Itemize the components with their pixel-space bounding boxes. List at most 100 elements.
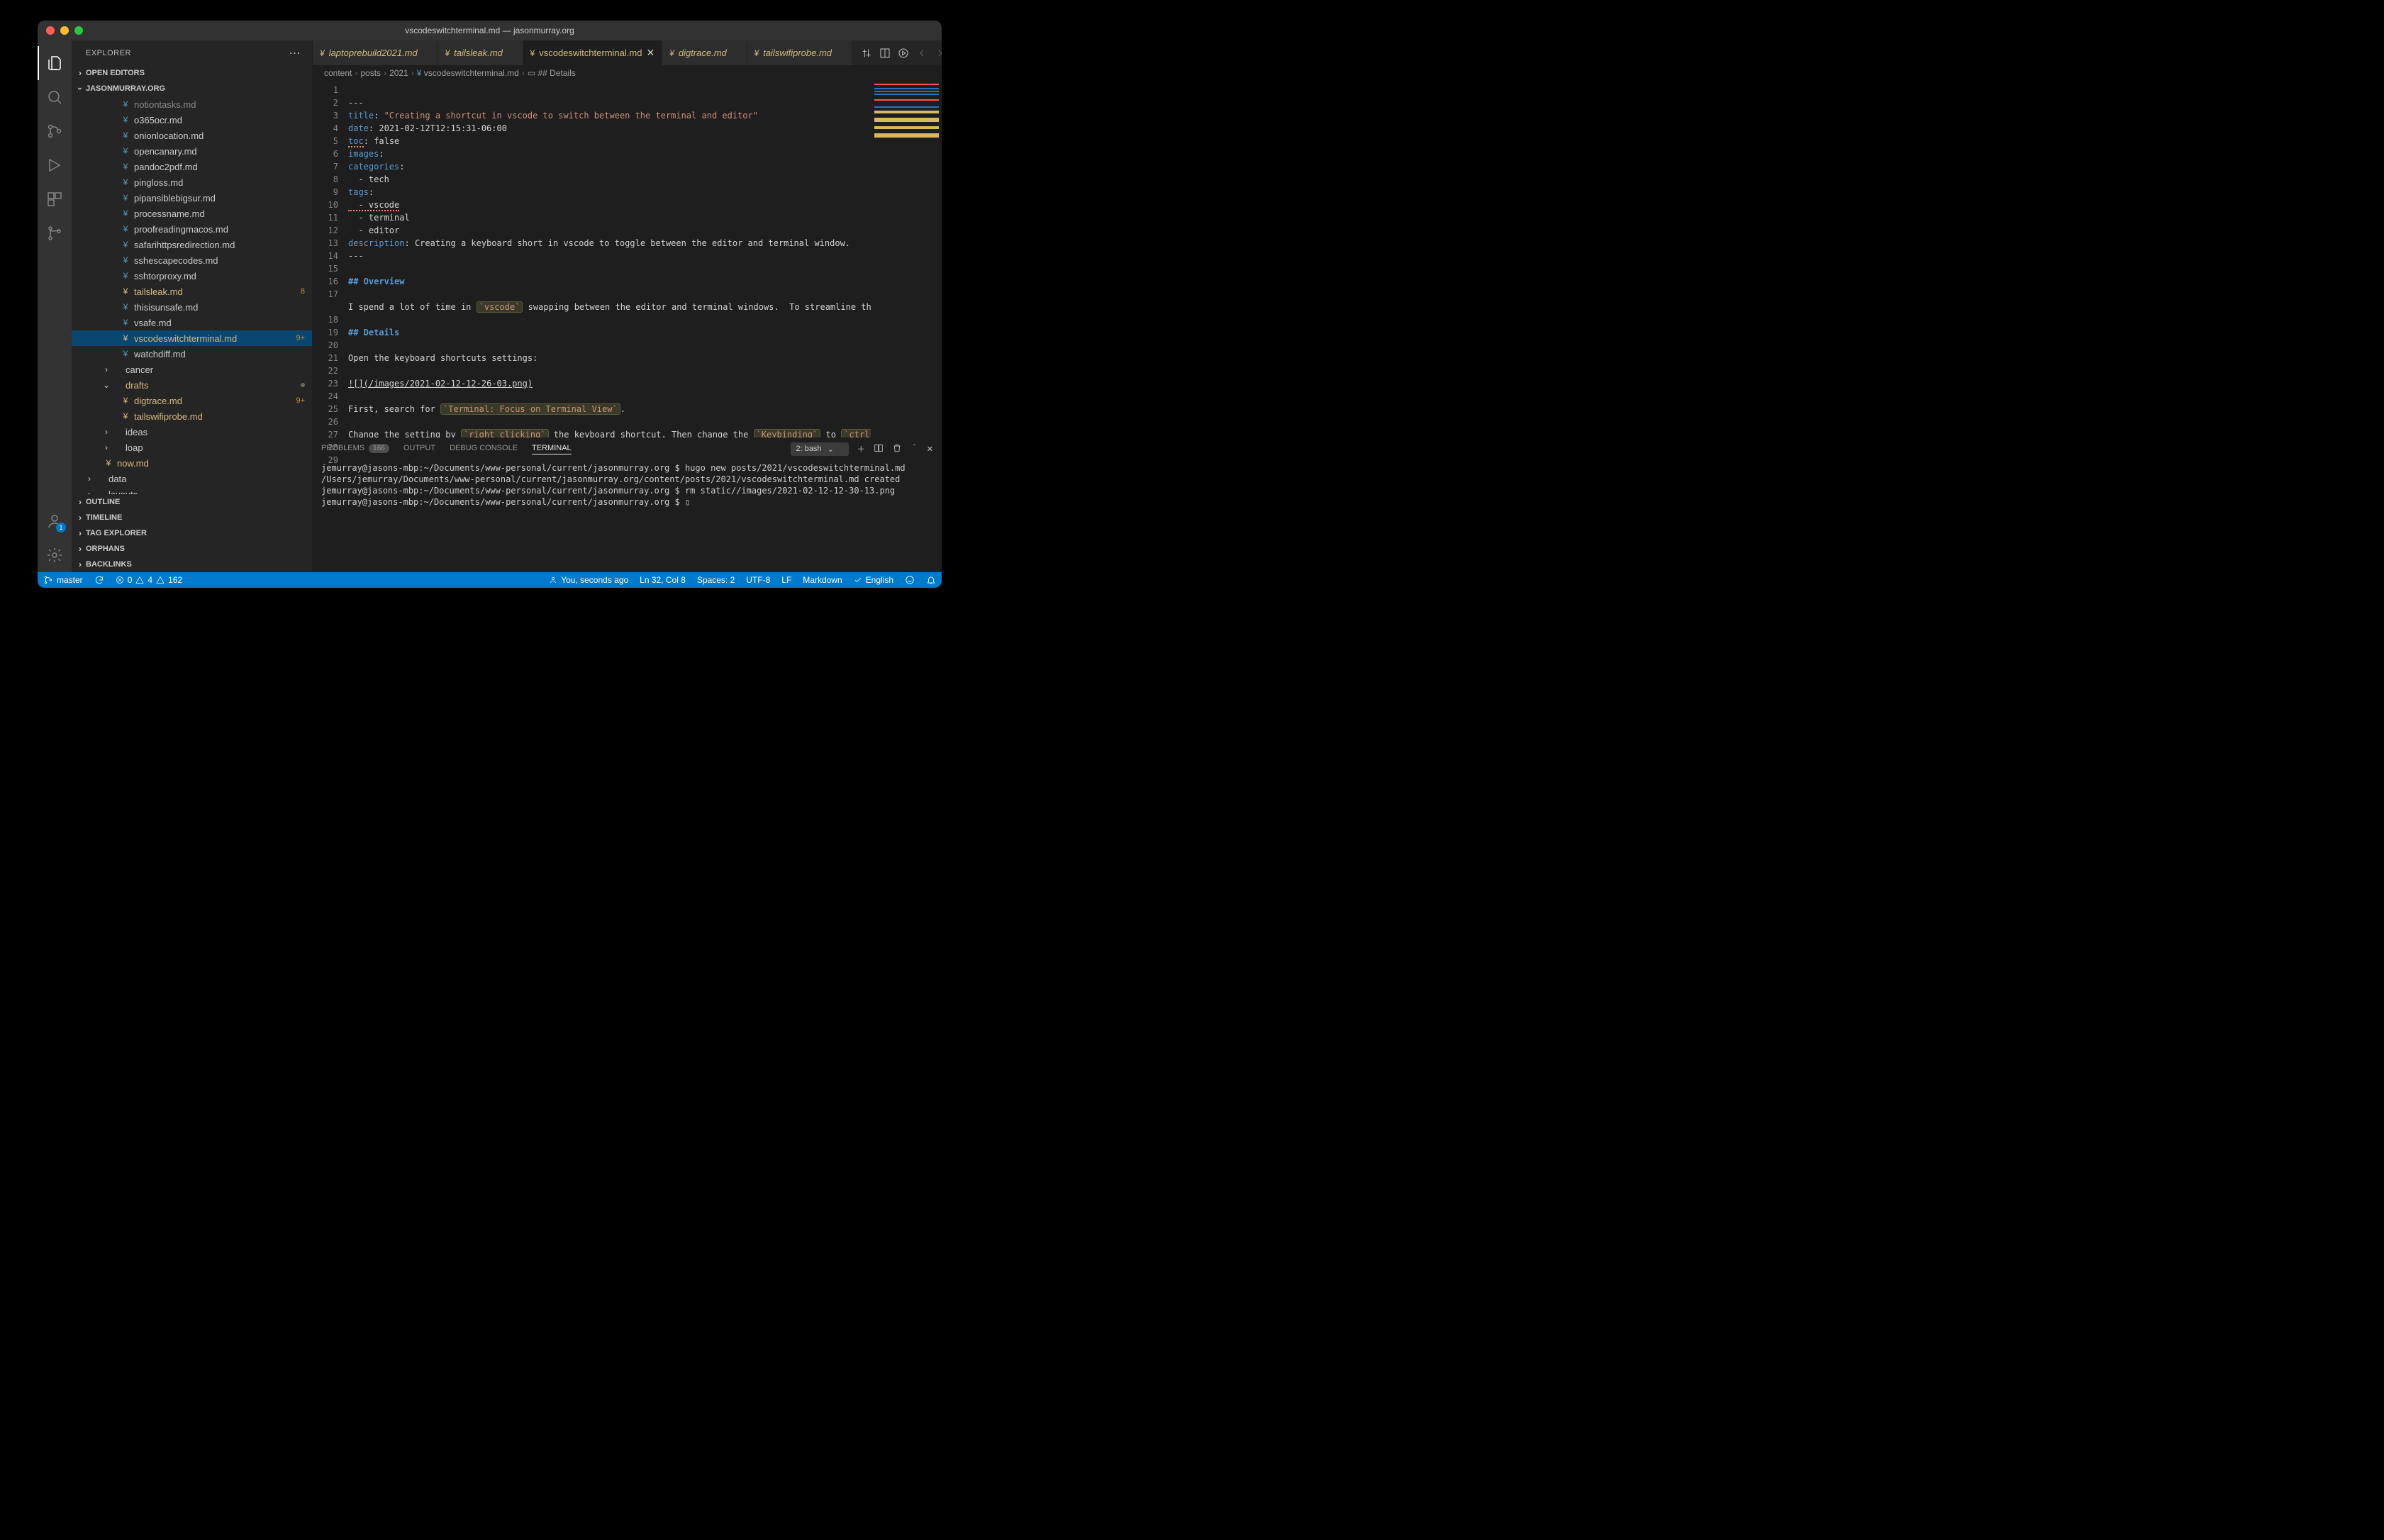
breadcrumb-item[interactable]: ¥ vscodeswitchterminal.md <box>417 68 519 78</box>
close-window-button[interactable] <box>46 26 55 35</box>
cursor-position-status[interactable]: Ln 32, Col 8 <box>634 572 691 588</box>
editor-tab[interactable]: ¥digtrace.md✕ <box>662 40 747 65</box>
open-editors-section[interactable]: › OPEN EDITORS <box>72 65 312 81</box>
git-branch-status[interactable]: master <box>38 572 89 588</box>
tree-file[interactable]: ¥pingloss.md <box>72 174 312 190</box>
tree-file[interactable]: ¥processname.md <box>72 206 312 221</box>
git-graph-activity-icon[interactable] <box>38 216 72 250</box>
close-panel-icon[interactable]: ✕ <box>927 445 933 454</box>
accounts-activity-icon[interactable]: 1 <box>38 504 72 538</box>
breadcrumb-item[interactable]: 2021 <box>389 68 408 78</box>
tree-file[interactable]: ¥digtrace.md9+ <box>72 393 312 408</box>
output-tab[interactable]: OUTPUT <box>403 444 435 454</box>
terminal-selector[interactable]: 2: bash ⌄ <box>791 442 848 456</box>
md-file-icon: ¥ <box>120 162 131 172</box>
encoding-status[interactable]: UTF-8 <box>740 572 776 588</box>
tree-file[interactable]: ¥thisisunsafe.md <box>72 299 312 315</box>
panel-tabs: PROBLEMS 166 OUTPUT DEBUG CONSOLE TERMIN… <box>313 438 942 459</box>
editor-tab[interactable]: ¥tailsleak.md✕ <box>438 40 523 65</box>
breadcrumb-item[interactable]: posts <box>360 68 381 78</box>
notifications-status[interactable] <box>920 572 942 588</box>
zoom-window-button[interactable] <box>74 26 83 35</box>
tree-file[interactable]: ¥watchdiff.md <box>72 346 312 362</box>
chevron-icon: › <box>84 474 94 484</box>
tree-file[interactable]: ¥pipansiblebigsur.md <box>72 190 312 206</box>
tree-folder[interactable]: ›data <box>72 471 312 486</box>
window-body: 1 EXPLORER ⋯ › OPEN EDITORS › JASONMURRA… <box>38 40 942 572</box>
tree-file[interactable]: ¥onionlocation.md <box>72 128 312 143</box>
run-icon[interactable] <box>898 48 909 59</box>
timeline-section[interactable]: ›TIMELINE <box>72 510 312 525</box>
tree-file[interactable]: ¥now.md <box>72 455 312 471</box>
git-blame-status[interactable]: You, seconds ago <box>543 572 634 588</box>
kill-terminal-icon[interactable] <box>892 443 902 455</box>
maximize-panel-icon[interactable]: ＾ <box>910 443 918 454</box>
explorer-more-icon[interactable]: ⋯ <box>289 46 301 60</box>
terminal-body[interactable]: jemurray@jasons-mbp:~/Documents/www-pers… <box>313 459 942 572</box>
language-mode-status[interactable]: Markdown <box>797 572 847 588</box>
tree-folder[interactable]: ›cancer <box>72 362 312 377</box>
tree-file[interactable]: ¥proofreadingmacos.md <box>72 221 312 237</box>
yaml-string: "Creating a shortcut in vscode to switch… <box>384 111 758 121</box>
eol-status[interactable]: LF <box>776 572 797 588</box>
tree-file[interactable]: ¥notiontasks.md <box>72 96 312 112</box>
compare-changes-icon[interactable] <box>861 48 872 59</box>
breadcrumbs[interactable]: content›posts›2021›¥ vscodeswitchtermina… <box>313 65 942 81</box>
minimize-window-button[interactable] <box>60 26 69 35</box>
breadcrumb-item[interactable]: ▭ ## Details <box>528 68 576 78</box>
extensions-activity-icon[interactable] <box>38 182 72 216</box>
editor-tab[interactable]: ¥laptoprebuild2021.md✕ <box>313 40 438 65</box>
feedback-status[interactable] <box>899 572 920 588</box>
indentation-status[interactable]: Spaces: 2 <box>691 572 740 588</box>
git-status-badge: 8 <box>301 287 305 296</box>
problems-status[interactable]: 0 4 162 <box>110 572 188 588</box>
tree-folder[interactable]: ›layouts <box>72 486 312 494</box>
titlebar[interactable]: vscodeswitchterminal.md — jasonmurray.or… <box>38 21 942 40</box>
file-tree[interactable]: ¥notiontasks.md¥o365ocr.md¥onionlocation… <box>72 96 312 494</box>
line-number: 3 <box>313 109 338 122</box>
source-control-activity-icon[interactable] <box>38 114 72 148</box>
nav-fwd-icon[interactable] <box>935 48 942 59</box>
md-file-icon: ¥ <box>120 302 131 312</box>
tree-file[interactable]: ¥safarihttpsredirection.md <box>72 237 312 252</box>
tree-folder[interactable]: ›ideas <box>72 424 312 440</box>
settings-activity-icon[interactable] <box>38 538 72 572</box>
search-activity-icon[interactable] <box>38 80 72 114</box>
open-preview-icon[interactable] <box>879 48 891 59</box>
tree-file[interactable]: ¥sshescapecodes.md <box>72 252 312 268</box>
tree-file[interactable]: ¥opencanary.md <box>72 143 312 159</box>
close-tab-icon[interactable]: ✕ <box>646 47 655 59</box>
tree-folder[interactable]: ›loap <box>72 440 312 455</box>
tree-file[interactable]: ¥sshtorproxy.md <box>72 268 312 284</box>
workspace-section[interactable]: › JASONMURRAY.ORG <box>72 81 312 96</box>
split-terminal-icon[interactable] <box>874 443 884 455</box>
tree-file[interactable]: ¥vsafe.md <box>72 315 312 330</box>
explorer-activity-icon[interactable] <box>38 46 72 80</box>
editor-tab[interactable]: ¥tailswifiprobe.md✕ <box>747 40 852 65</box>
nav-back-icon[interactable] <box>916 48 928 59</box>
tree-file[interactable]: ¥tailswifiprobe.md <box>72 408 312 424</box>
backlinks-section[interactable]: ›BACKLINKS <box>72 557 312 572</box>
tag-explorer-section[interactable]: ›TAG EXPLORER <box>72 525 312 541</box>
editor[interactable]: 1234567891011121314151617181920212223242… <box>313 81 942 437</box>
breadcrumb-item[interactable]: content <box>324 68 352 78</box>
tree-item-label: opencanary.md <box>134 146 305 157</box>
run-debug-activity-icon[interactable] <box>38 148 72 182</box>
tree-file[interactable]: ¥vscodeswitchterminal.md9+ <box>72 330 312 346</box>
code-content[interactable]: --- title: "Creating a shortcut in vscod… <box>348 81 871 437</box>
editor-tab[interactable]: ¥vscodeswitchterminal.md✕ <box>523 40 663 65</box>
line-number: 26 <box>313 415 338 428</box>
minimap[interactable] <box>871 81 942 437</box>
tree-file[interactable]: ¥pandoc2pdf.md <box>72 159 312 174</box>
spellcheck-status[interactable]: English <box>848 572 899 588</box>
orphans-section[interactable]: ›ORPHANS <box>72 541 312 557</box>
sync-status[interactable] <box>89 572 110 588</box>
tree-file[interactable]: ¥tailsleak.md8 <box>72 284 312 299</box>
tree-file[interactable]: ¥o365ocr.md <box>72 112 312 128</box>
new-terminal-icon[interactable]: ＋ <box>857 443 865 454</box>
debug-console-tab[interactable]: DEBUG CONSOLE <box>450 444 518 454</box>
terminal-tab[interactable]: TERMINAL <box>532 444 572 454</box>
tree-item-label: sshescapecodes.md <box>134 255 305 266</box>
tree-folder[interactable]: ⌄drafts <box>72 377 312 393</box>
outline-section[interactable]: ›OUTLINE <box>72 494 312 510</box>
